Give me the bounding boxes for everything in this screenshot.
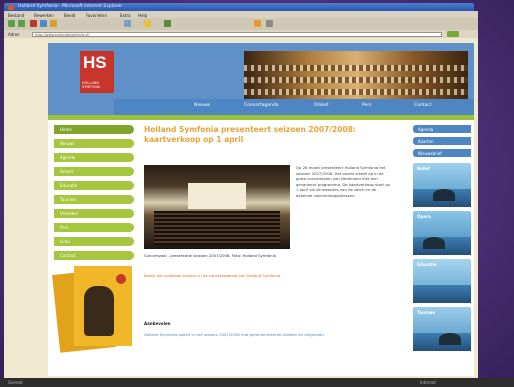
promo-tile-tour[interactable]: Tournee [413,307,471,351]
orchestra-row [244,89,468,95]
leftnav-label: Agenda [60,155,76,160]
search-icon[interactable] [124,20,131,27]
status-zone: Internet [420,380,436,385]
site-logo[interactable]: HS HOLLAND SYMFONIA [80,51,114,93]
photo-caption: Concertzaal - presentatie seizoen 2007/2… [144,253,276,258]
section-title: Aanbevolen [144,321,171,326]
leftnav-label: Orkest [60,169,74,174]
menu-tools[interactable]: Extra [120,13,131,18]
menu-view[interactable]: Beeld [64,13,75,18]
tile-rock [439,333,461,345]
leftnav-label: Tournee [60,197,76,202]
forward-icon[interactable] [18,20,25,27]
tile-rock [423,237,445,249]
leftnav-education[interactable]: Educatie [54,181,134,190]
topnav-press[interactable]: Pers [362,103,372,108]
leftnav-label: Educatie [60,183,78,188]
topnav-orchestra[interactable]: Orkest [314,103,329,108]
promo-tile-education[interactable]: Educatie [413,259,471,303]
history-icon[interactable] [164,20,171,27]
orchestra-row [244,77,468,83]
leftnav-label: Contact [60,253,76,258]
menu-help[interactable]: Help [138,13,147,18]
right-button-newsletter[interactable]: Nieuwsbrief [413,149,471,157]
home-icon[interactable] [50,20,57,27]
tile-label: Opera [417,214,431,219]
leftnav-label: Pers [60,225,69,230]
window-titlebar[interactable]: Holland Symfonia - Microsoft Internet Ex… [4,3,474,11]
right-button-tickets[interactable]: Kaarten [413,137,471,145]
ie-icon [8,5,14,10]
menu-edit[interactable]: Bewerken [34,13,54,18]
window-title: Holland Symfonia - Microsoft Internet Ex… [18,4,123,9]
tile-label: Tournee [417,310,436,315]
right-button-label: Agenda [418,126,434,132]
leftnav-label: Nieuws [60,141,75,146]
leftnav-friends[interactable]: Vrienden [54,209,134,218]
menu-favorites[interactable]: Favorieten [86,13,107,18]
right-button-label: Nieuwsbrief [418,150,442,156]
hall-audience [154,211,280,245]
brochure-accent [116,274,126,284]
leftnav-label: Vrienden [60,211,79,216]
tile-label: Educatie [417,262,437,267]
address-label: Adres [8,31,20,37]
leftnav-agenda[interactable]: Agenda [54,153,134,162]
brochure-figure [84,286,114,336]
agenda-link[interactable]: Bekijk het volledige seizoen in de conce… [144,273,344,279]
print-icon[interactable] [266,20,273,27]
refresh-icon[interactable] [40,20,47,27]
header-orchestra-photo [244,51,468,99]
status-bar: Gereed Internet [0,378,514,387]
concert-hall-photo [144,165,290,249]
desktop-background: Holland Symfonia - Microsoft Internet Ex… [0,0,514,387]
address-bar: Adres http://www.hollandsymfonia.nl/ [4,30,478,38]
promo-tile-opera[interactable]: Opera [413,211,471,255]
leftnav-orchestra[interactable]: Orkest [54,167,134,176]
web-page: HS HOLLAND SYMFONIA Nieuws Concertagenda… [48,43,474,376]
right-button-label: Kaarten [418,138,434,144]
leftnav-news[interactable]: Nieuws [54,139,134,148]
address-input[interactable]: http://www.hollandsymfonia.nl/ [32,31,442,37]
promo-tile-ballet[interactable]: Ballet [413,163,471,207]
menu-file[interactable]: Bestand [8,13,24,18]
mail-icon[interactable] [254,20,261,27]
browser-toolbar [4,18,478,30]
tile-sea [413,285,471,303]
header-divider [48,115,474,120]
logo-subtitle: HOLLAND SYMFONIA [82,81,101,89]
leftnav-label: Home [60,127,72,132]
status-text: Gereed [8,380,23,385]
section-link[interactable]: Holland Symfonia speelt in het seizoen 2… [144,332,344,338]
season-brochure-image[interactable] [52,266,134,358]
article-body: Op 26 maart presenteert Holland Symfonia… [296,165,390,198]
topnav-agenda[interactable]: Concertagenda [244,103,278,108]
logo-mark: HS [83,53,107,72]
leftnav-home[interactable]: Home [54,125,134,134]
leftnav-links[interactable]: Links [54,237,134,246]
site-header: HS HOLLAND SYMFONIA Nieuws Concertagenda… [48,43,474,115]
go-button[interactable] [447,31,459,37]
right-button-agenda[interactable]: Agenda [413,125,471,133]
tile-rock [433,189,455,201]
back-icon[interactable] [8,20,15,27]
leftnav-contact[interactable]: Contact [54,251,134,260]
menu-bar: Bestand Bewerken Beeld Favorieten Extra … [4,11,478,18]
orchestra-row [244,65,468,71]
top-navigation: Nieuws Concertagenda Orkest Pers Contact [114,99,474,115]
leftnav-label: Links [60,239,71,244]
tile-label: Ballet [417,166,431,171]
leftnav-tour[interactable]: Tournee [54,195,134,204]
topnav-news[interactable]: Nieuws [194,103,210,108]
article-headline[interactable]: Holland Symfonia presenteert seizoen 200… [144,125,384,145]
leftnav-press[interactable]: Pers [54,223,134,232]
hall-stage [188,183,246,209]
stop-icon[interactable] [30,20,37,27]
topnav-contact[interactable]: Contact [414,103,432,108]
favorites-icon[interactable] [144,20,151,27]
